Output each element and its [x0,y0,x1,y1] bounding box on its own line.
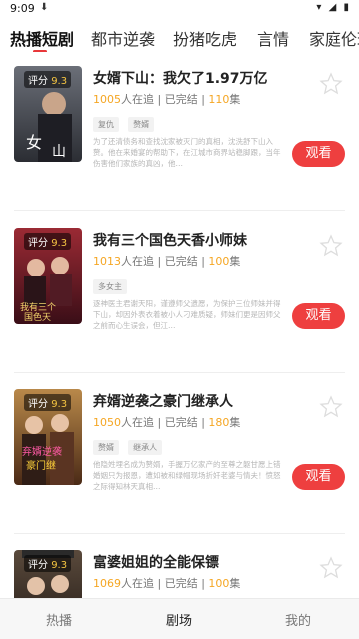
drama-card[interactable]: 女 山 评分 9.3 女婿下山：我欠了1.97万亿 1005人在追 | 已完结 … [0,66,359,231]
rating-badge: 评分 9.3 [24,394,72,411]
tab-family[interactable]: 家庭伦理 [309,26,359,50]
tag: 复仇 [93,117,119,132]
tag: 多女主 [93,279,127,294]
star-icon[interactable] [319,395,343,419]
drama-meta: 1069人在追 | 已完结 | 100集 [93,577,241,590]
divider [14,372,345,373]
status-icons: ▾ ◢ ▮ [316,2,351,13]
drama-description: 他隐姓埋名成为赘婿，手握万亿家产的至尊之躯甘愿上错婚姻只为报恩，遭如被和绿帽现场… [93,460,281,491]
category-tabs: 热播短剧 都市逆袭 扮猪吃虎 言情 家庭伦理 [0,20,359,52]
watch-button[interactable]: 观看 [292,141,345,167]
svg-text:女: 女 [26,133,42,152]
tab-hot[interactable]: 热播短剧 [10,26,74,50]
svg-text:国色天: 国色天 [24,311,51,323]
drama-cover[interactable]: 评分 9.3 [14,550,82,598]
drama-title[interactable]: 女婿下山：我欠了1.97万亿 [93,68,268,88]
drama-card[interactable]: 评分 9.3 富婆姐姐的全能保镖 1069人在追 | 已完结 | 100集 [0,550,359,598]
rating-badge: 评分 9.3 [24,71,72,88]
drama-cover[interactable]: 我有三个 国色天 评分 9.3 [14,228,82,324]
svg-text:豪门继: 豪门继 [26,459,56,472]
watch-button[interactable]: 观看 [292,303,345,329]
nav-theater[interactable]: 剧场 [166,610,192,629]
active-tab-indicator [33,50,47,52]
rating-badge: 评分 9.3 [24,555,72,572]
drama-card[interactable]: 弃婿逆袭 豪门继 评分 9.3 弃婿逆袭之豪门继承人 1050人在追 | 已完结… [0,389,359,554]
svg-text:弃婿逆袭: 弃婿逆袭 [22,445,62,458]
drama-tags: 赘婿 继承人 [93,435,166,455]
drama-cover[interactable]: 女 山 评分 9.3 [14,66,82,162]
svg-text:山: 山 [52,144,66,160]
nav-hot[interactable]: 热播 [46,610,72,629]
bottom-nav: 热播 剧场 我的 [0,598,359,639]
tab-urban[interactable]: 都市逆袭 [91,26,155,50]
divider [14,210,345,211]
nav-mine[interactable]: 我的 [285,610,311,629]
drama-card[interactable]: 我有三个 国色天 评分 9.3 我有三个国色天香小师妹 1013人在追 | 已完… [0,228,359,393]
watch-button[interactable]: 观看 [292,464,345,490]
status-time: 9:09 [10,2,35,15]
drama-meta: 1050人在追 | 已完结 | 180集 [93,416,241,429]
tag: 赘婿 [128,117,155,132]
drama-title[interactable]: 我有三个国色天香小师妹 [93,230,247,250]
drama-tags: 多女主 [93,274,131,294]
drama-description: 逐神医主君谢天阳，谨遵师父遗愿，为保护三位师妹并得下山，却因外表衣着被小人刁难质… [93,299,281,330]
drama-title[interactable]: 富婆姐姐的全能保镖 [93,552,219,572]
rating-badge: 评分 9.3 [24,233,72,250]
tag: 赘婿 [93,440,119,455]
drama-title[interactable]: 弃婿逆袭之豪门继承人 [93,391,233,411]
download-icon: ⬇ [40,2,49,13]
star-icon[interactable] [319,72,343,96]
star-icon[interactable] [319,234,343,258]
divider [14,533,345,534]
star-icon[interactable] [319,556,343,580]
drama-meta: 1013人在追 | 已完结 | 100集 [93,255,241,268]
drama-description: 为了还清债务和查找沈家被灭门的真相，沈洗舒下山入赘。他在来婚宴的帮助下，在江城市… [93,137,281,168]
tab-romance[interactable]: 言情 [257,26,289,50]
tag: 继承人 [128,440,163,455]
tab-underdog[interactable]: 扮猪吃虎 [173,26,237,50]
svg-text:我有三个: 我有三个 [20,301,56,313]
drama-tags: 复仇 赘婿 [93,112,158,132]
status-bar: 9:09 ⬇ ▾ ◢ ▮ [0,0,359,18]
drama-meta: 1005人在追 | 已完结 | 110集 [93,93,241,106]
drama-cover[interactable]: 弃婿逆袭 豪门继 评分 9.3 [14,389,82,485]
